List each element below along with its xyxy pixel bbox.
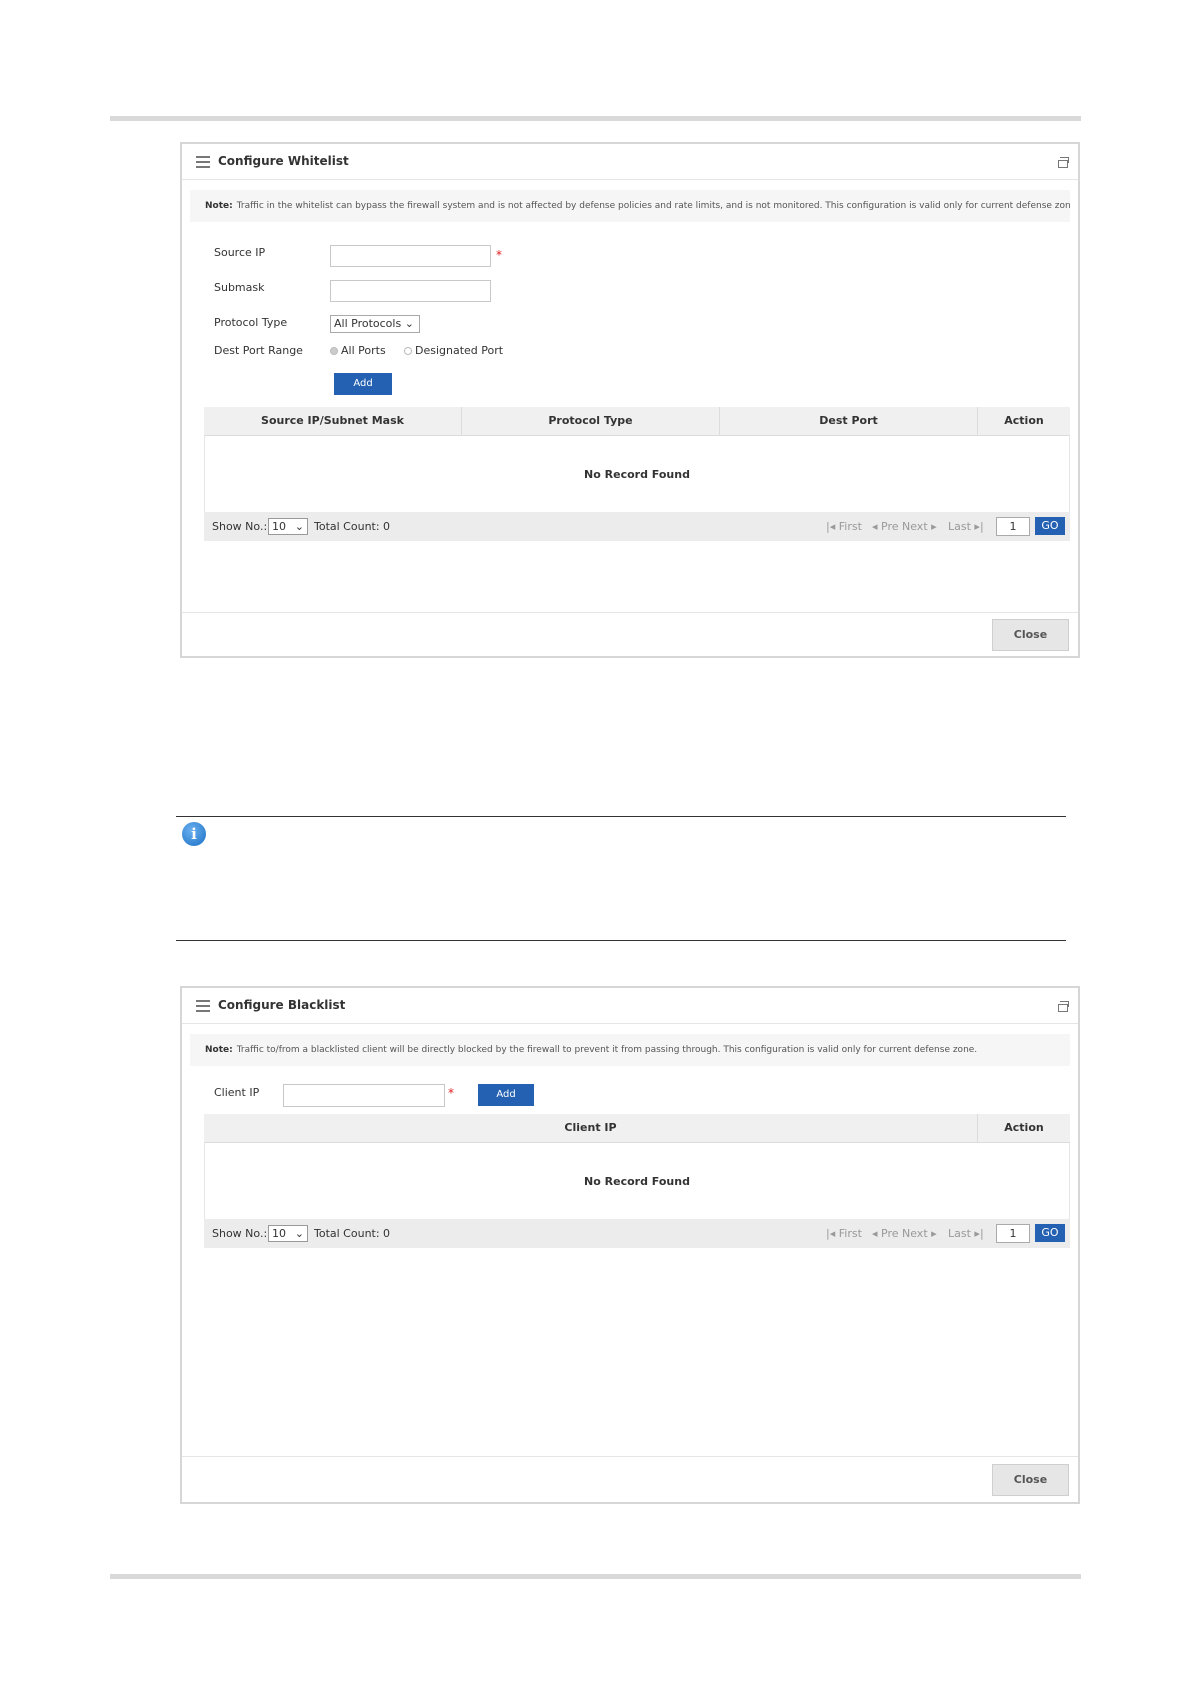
page-size-select[interactable]: 10 ⌄ <box>268 518 308 535</box>
radio-all-ports-label: All Ports <box>341 344 386 357</box>
pagination-bar: Show No.: 10 ⌄ Total Count: 0 |◂ First ◂ … <box>204 512 1070 541</box>
radio-designated-port[interactable]: Designated Port <box>404 344 503 357</box>
page-size-select[interactable]: 10 ⌄ <box>268 1225 308 1242</box>
note-text: Traffic in the whitelist can bypass the … <box>236 201 1070 211</box>
radio-all-ports[interactable]: All Ports <box>330 344 386 357</box>
submask-input[interactable] <box>330 280 491 302</box>
radio-button-icon[interactable] <box>330 347 338 355</box>
total-count: Total Count: 0 <box>314 520 391 533</box>
restore-window-icon[interactable] <box>1058 157 1069 168</box>
pre-label: Pre <box>881 1227 899 1240</box>
next-page-icon: ▸ <box>931 1227 937 1240</box>
chevron-down-icon: ⌄ <box>294 520 304 533</box>
next-label: Next <box>902 1227 928 1240</box>
required-marker: * <box>496 248 502 262</box>
protocol-type-label: Protocol Type <box>214 316 288 329</box>
next-label: Next <box>902 520 928 533</box>
column-header: Action <box>1004 414 1044 427</box>
dest-port-range-label: Dest Port Range <box>214 344 303 357</box>
client-ip-label: Client IP <box>214 1086 260 1099</box>
first-label: First <box>838 1227 862 1240</box>
configure-whitelist-dialog: Configure Whitelist Note: Traffic in the … <box>180 142 1080 658</box>
last-label: Last <box>948 520 971 533</box>
submask-label: Submask <box>214 281 265 294</box>
close-button[interactable]: Close <box>992 619 1069 651</box>
table-body: No Record Found <box>204 1143 1070 1219</box>
prev-page-button[interactable]: ◂ Pre <box>872 520 899 533</box>
source-ip-label: Source IP <box>214 246 266 259</box>
radio-designated-port-label: Designated Port <box>415 344 504 357</box>
restore-window-icon[interactable] <box>1058 1001 1069 1012</box>
column-header: Protocol Type <box>462 407 720 435</box>
no-record-text: No Record Found <box>584 1175 690 1188</box>
chevron-down-icon: ⌄ <box>404 317 414 330</box>
page-header-rule <box>110 116 1081 121</box>
page-footer-rule <box>110 1574 1081 1579</box>
last-page-icon: ▸| <box>974 1227 984 1240</box>
no-record-text: No Record Found <box>584 468 690 481</box>
info-bottom-rule <box>176 940 1066 941</box>
table-header: Client IP Action <box>204 1114 1070 1143</box>
info-icon: i <box>182 822 206 846</box>
show-no-label: Show No.: <box>212 520 268 533</box>
protocol-type-value: All Protocols <box>334 317 402 330</box>
column-header: Action <box>1004 1121 1044 1134</box>
required-marker: * <box>448 1086 454 1100</box>
page-size-value: 10 <box>272 520 286 533</box>
page-number-input[interactable]: 1 <box>996 517 1030 536</box>
first-page-icon: |◂ <box>826 1227 836 1240</box>
note-label: Note: <box>205 1045 233 1055</box>
next-page-button[interactable]: Next ▸ <box>902 1227 937 1240</box>
dialog-header: Configure Whitelist <box>182 144 1078 180</box>
configure-blacklist-dialog: Configure Blacklist Note: Traffic to/from… <box>180 986 1080 1504</box>
note-label: Note: <box>205 201 233 211</box>
dialog-title: Configure Blacklist <box>218 998 346 1012</box>
chevron-down-icon: ⌄ <box>294 1227 304 1240</box>
next-page-button[interactable]: Next ▸ <box>902 520 937 533</box>
page-number-input[interactable]: 1 <box>996 1224 1030 1243</box>
table-body: No Record Found <box>204 436 1070 512</box>
dialog-footer <box>182 1456 1078 1457</box>
radio-button-icon[interactable] <box>404 347 412 355</box>
pagination-bar: Show No.: 10 ⌄ Total Count: 0 |◂ First ◂ … <box>204 1219 1070 1248</box>
column-header: Client IP <box>204 1114 978 1142</box>
close-button[interactable]: Close <box>992 1464 1069 1496</box>
first-label: First <box>838 520 862 533</box>
add-button[interactable]: Add <box>478 1084 534 1106</box>
table-header: Source IP/Subnet Mask Protocol Type Dest… <box>204 407 1070 436</box>
column-header: Source IP/Subnet Mask <box>204 407 462 435</box>
pre-label: Pre <box>881 520 899 533</box>
prev-page-icon: ◂ <box>872 1227 878 1240</box>
dialog-footer <box>182 612 1078 613</box>
page-size-value: 10 <box>272 1227 286 1240</box>
next-page-icon: ▸ <box>931 520 937 533</box>
total-count: Total Count: 0 <box>314 1227 391 1240</box>
protocol-type-select[interactable]: All Protocols ⌄ <box>330 315 420 333</box>
note-box: Note: Traffic in the whitelist can bypass… <box>190 190 1070 222</box>
first-page-button[interactable]: |◂ First <box>826 520 862 533</box>
last-label: Last <box>948 1227 971 1240</box>
first-page-button[interactable]: |◂ First <box>826 1227 862 1240</box>
prev-page-icon: ◂ <box>872 520 878 533</box>
dialog-header: Configure Blacklist <box>182 988 1078 1024</box>
note-box: Note: Traffic to/from a blacklisted clien… <box>190 1034 1070 1066</box>
client-ip-input[interactable] <box>283 1084 445 1107</box>
prev-page-button[interactable]: ◂ Pre <box>872 1227 899 1240</box>
dialog-title: Configure Whitelist <box>218 154 349 168</box>
column-header: Dest Port <box>720 407 978 435</box>
go-button[interactable]: GO <box>1035 1224 1065 1242</box>
info-top-rule <box>176 816 1066 817</box>
note-text: Traffic to/from a blacklisted client wil… <box>236 1045 978 1055</box>
last-page-button[interactable]: Last ▸| <box>948 520 984 533</box>
show-no-label: Show No.: <box>212 1227 268 1240</box>
menu-icon <box>196 156 210 171</box>
add-button[interactable]: Add <box>334 373 392 395</box>
source-ip-input[interactable] <box>330 245 491 267</box>
first-page-icon: |◂ <box>826 520 836 533</box>
menu-icon <box>196 1000 210 1015</box>
go-button[interactable]: GO <box>1035 517 1065 535</box>
last-page-button[interactable]: Last ▸| <box>948 1227 984 1240</box>
last-page-icon: ▸| <box>974 520 984 533</box>
